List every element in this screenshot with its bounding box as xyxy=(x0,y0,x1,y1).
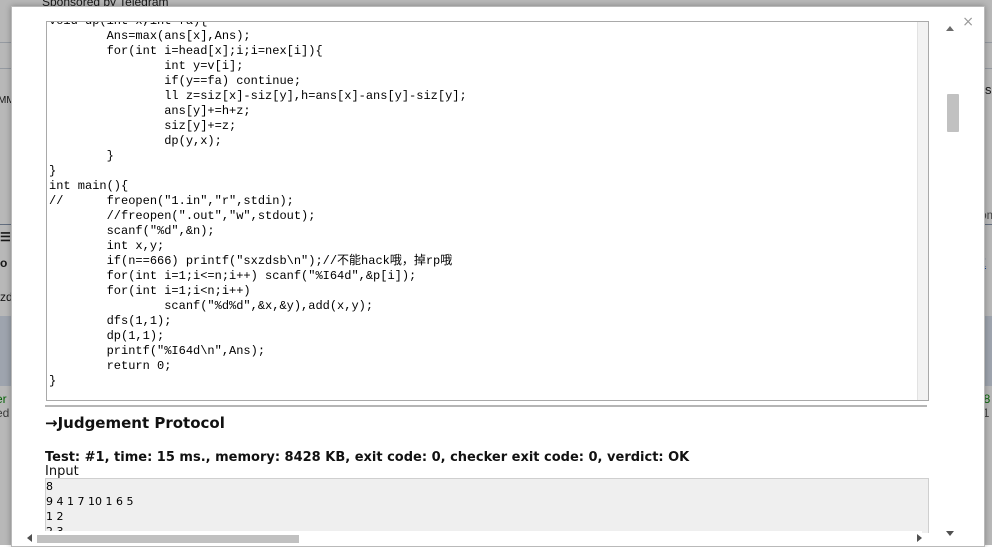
code-line: dfs(1,1); xyxy=(49,314,172,328)
close-icon[interactable]: × xyxy=(962,15,974,29)
code-line: //freopen(".out","w",stdout); xyxy=(49,209,316,223)
scroll-left-icon[interactable] xyxy=(27,534,32,542)
source-code-box[interactable]: void dp(int x,int fa){ Ans=max(ans[x],An… xyxy=(46,21,929,401)
code-line: scanf("%d",&n); xyxy=(49,224,215,238)
scrollbar-thumb[interactable] xyxy=(37,535,299,543)
section-divider xyxy=(45,405,927,407)
source-code: void dp(int x,int fa){ Ans=max(ans[x],An… xyxy=(49,21,467,389)
submission-modal: × void dp(int x,int fa){ Ans=max(ans[x],… xyxy=(11,6,985,547)
code-line: } xyxy=(49,374,57,388)
code-line: for(int i=1;i<=n;i++) scanf("%I64d",&p[i… xyxy=(49,269,417,283)
judgement-protocol-title[interactable]: →Judgement Protocol xyxy=(45,414,225,432)
code-line: siz[y]+=z; xyxy=(49,119,237,133)
input-line: 8 xyxy=(46,480,53,493)
code-line: dp(y,x); xyxy=(49,134,222,148)
code-line: dp(1,1); xyxy=(49,329,165,343)
code-line: int y=v[i]; xyxy=(49,59,244,73)
code-line: void dp(int x,int fa){ xyxy=(49,21,208,28)
code-line: int main(){ xyxy=(49,179,129,193)
code-line: for(int i=1;i<n;i++) xyxy=(49,284,251,298)
code-line: Ans=max(ans[x],Ans); xyxy=(49,29,251,43)
input-line: 9 4 1 7 10 1 6 5 xyxy=(46,495,134,508)
input-line: 1 2 xyxy=(46,510,64,523)
code-line: ll z=siz[x]-siz[y],h=ans[x]-ans[y]-siz[y… xyxy=(49,89,467,103)
code-line: // freopen("1.in","r",stdin); xyxy=(49,194,294,208)
input-label: Input xyxy=(45,464,79,479)
code-line: int x,y; xyxy=(49,239,165,253)
code-line: } xyxy=(49,149,114,163)
code-line: if(n==666) printf("sxzdsb\n");//不能hack哦，… xyxy=(49,254,453,268)
code-line: if(y==fa) continue; xyxy=(49,74,302,88)
modal-vertical-scrollbar[interactable] xyxy=(944,24,960,538)
code-scrollbar[interactable] xyxy=(917,22,928,400)
code-line: ans[y]+=h+z; xyxy=(49,104,251,118)
code-line: scanf("%d%d",&x,&y),add(x,y); xyxy=(49,299,374,313)
modal-horizontal-scrollbar[interactable] xyxy=(27,531,922,543)
test-result-summary: Test: #1, time: 15 ms., memory: 8428 KB,… xyxy=(45,450,690,465)
code-line: printf("%I64d\n",Ans); xyxy=(49,344,266,358)
scroll-right-icon[interactable] xyxy=(917,534,922,542)
scrollbar-thumb[interactable] xyxy=(947,94,959,132)
modal-content: void dp(int x,int fa){ Ans=max(ans[x],An… xyxy=(45,7,931,533)
test-input-box: 89 4 1 7 10 1 6 51 22 3 xyxy=(45,478,929,533)
code-line: return 0; xyxy=(49,359,172,373)
scroll-down-icon[interactable] xyxy=(946,531,954,536)
code-line: for(int i=head[x];i;i=nex[i]){ xyxy=(49,44,323,58)
scroll-up-icon[interactable] xyxy=(946,26,954,31)
code-line: } xyxy=(49,164,57,178)
